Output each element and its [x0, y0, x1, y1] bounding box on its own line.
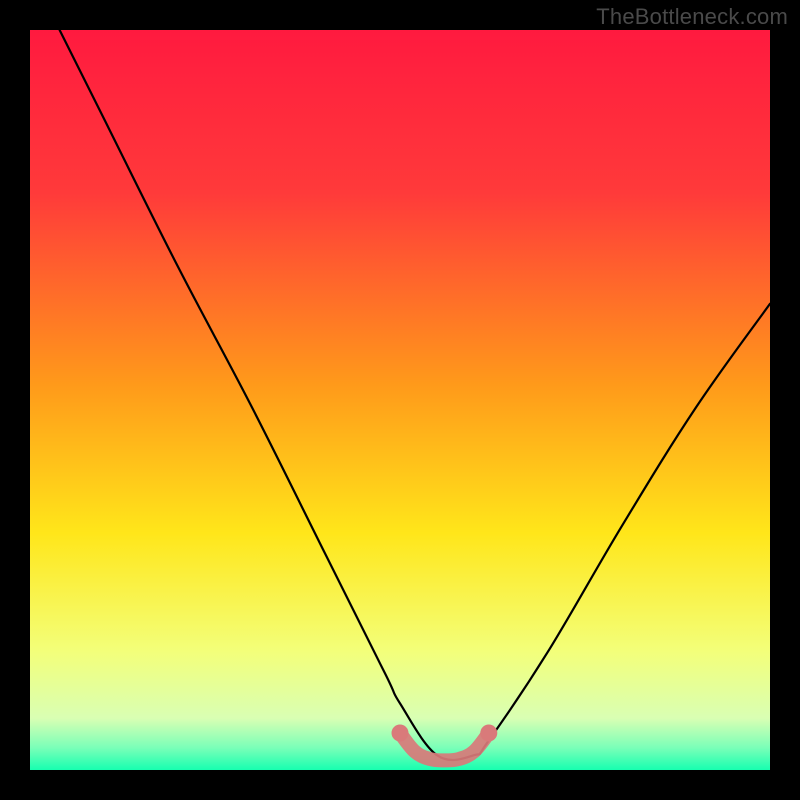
sweet-spot-band: [400, 733, 489, 760]
plot-area: [30, 30, 770, 770]
watermark-label: TheBottleneck.com: [596, 4, 788, 30]
sweet-spot-endpoint: [480, 725, 497, 742]
sweet-spot-endpoint: [392, 725, 409, 742]
chart-svg: [30, 30, 770, 770]
bottleneck-curve: [60, 30, 770, 760]
chart-frame: TheBottleneck.com: [0, 0, 800, 800]
